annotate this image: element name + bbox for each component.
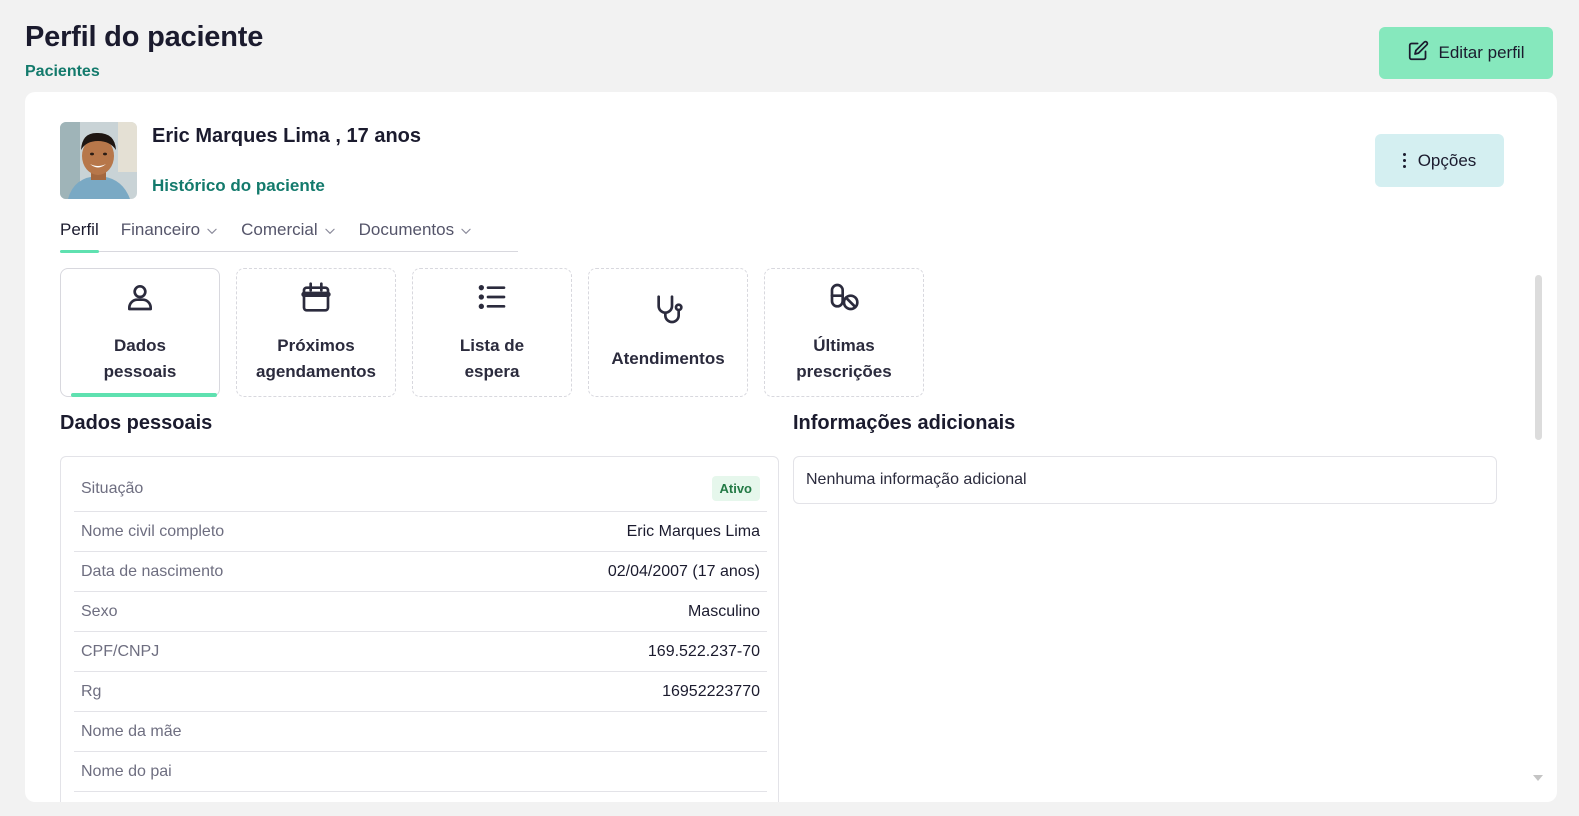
tile-label: Últimas prescrições: [796, 335, 892, 381]
breadcrumb-pacientes[interactable]: Pacientes: [25, 63, 100, 81]
row-value: 02/04/2007 (17 anos): [607, 562, 760, 580]
table-row: Nome civil completo Eric Marques Lima: [74, 512, 767, 552]
user-icon: [124, 281, 156, 333]
chevron-down-icon: [205, 220, 219, 243]
list-icon: [476, 281, 508, 333]
scrollbar[interactable]: [1531, 269, 1545, 792]
table-row: CPF/CNPJ 169.522.237-70: [74, 632, 767, 672]
table-row: Data de nascimento 02/04/2007 (17 anos): [74, 552, 767, 592]
table-row: Situação Ativo: [74, 466, 767, 512]
tile-label: Próximos agendamentos: [256, 335, 376, 381]
stethoscope-icon: [652, 294, 684, 346]
tab-label: Financeiro: [120, 220, 201, 239]
edit-icon: [1408, 40, 1429, 66]
tab-label: Perfil: [60, 220, 99, 239]
row-label: Situação: [81, 479, 144, 497]
row-label: Nome civil completo: [81, 522, 225, 540]
scroll-down-arrow-icon[interactable]: [1533, 775, 1543, 781]
scrollbar-thumb[interactable]: [1535, 275, 1542, 440]
status-badge: Ativo: [711, 476, 760, 501]
patient-card: Eric Marques Lima , 17 anos Histórico do…: [25, 92, 1557, 802]
row-value: Eric Marques Lima: [626, 522, 760, 540]
row-label: Nome do pai: [81, 762, 172, 780]
avatar: [60, 122, 137, 199]
tile-label: Atendimentos: [611, 348, 725, 368]
tab-financeiro[interactable]: Financeiro: [121, 217, 219, 252]
row-label: Sexo: [81, 602, 118, 620]
tile-ultimas-prescricoes[interactable]: Últimas prescrições: [764, 268, 924, 397]
tile-label: Lista de espera: [459, 335, 525, 381]
patient-name: Eric Marques Lima , 17 anos: [152, 125, 421, 147]
row-value: 16952223770: [662, 682, 760, 700]
additional-info-title: Informações adicionais: [793, 412, 1016, 434]
tile-proximos-agendamentos[interactable]: Próximos agendamentos: [236, 268, 396, 397]
tile-label: Dados pessoais: [103, 335, 177, 381]
row-label: Rg: [81, 682, 102, 700]
row-label: Data de nascimento: [81, 562, 224, 580]
row-value: 169.522.237-70: [647, 642, 760, 660]
tile-atendimentos[interactable]: Atendimentos: [588, 268, 748, 397]
edit-profile-button[interactable]: Editar perfil: [1379, 27, 1553, 79]
tab-documentos[interactable]: Documentos: [359, 217, 473, 252]
medication-off-icon: [828, 281, 860, 333]
tab-comercial[interactable]: Comercial: [241, 217, 337, 252]
options-button[interactable]: Opções: [1375, 134, 1504, 187]
table-row: Nome do pai: [74, 752, 767, 792]
page-title: Perfil do paciente: [25, 21, 264, 53]
tab-perfil[interactable]: Perfil: [60, 217, 99, 253]
tile-dados-pessoais[interactable]: Dados pessoais: [60, 268, 220, 397]
chevron-down-icon: [323, 220, 337, 243]
personal-data-table: Situação Ativo Nome civil completo Eric …: [60, 456, 779, 802]
tile-lista-de-espera[interactable]: Lista de espera: [412, 268, 572, 397]
personal-data-title: Dados pessoais: [60, 412, 213, 434]
additional-info-box: Nenhuma informação adicional: [793, 456, 1497, 504]
table-row: Nome da mãe: [74, 712, 767, 752]
more-vertical-icon: [1402, 153, 1406, 168]
row-value: Masculino: [687, 602, 760, 620]
tab-label: Comercial: [241, 220, 318, 239]
edit-profile-label: Editar perfil: [1438, 43, 1525, 62]
row-label: Nome da mãe: [81, 722, 182, 740]
profile-tabs: Perfil Financeiro Comercial Documentos: [60, 217, 518, 253]
section-tiles: Dados pessoais Próximos agendamentos Lis…: [60, 268, 924, 397]
empty-state-text: Nenhuma informação adicional: [806, 471, 1027, 488]
tab-label: Documentos: [358, 220, 455, 239]
patient-history-link[interactable]: Histórico do paciente: [152, 176, 325, 196]
calendar-icon: [300, 281, 332, 333]
table-row: Sexo Masculino: [74, 592, 767, 632]
table-row: Rg 16952223770: [74, 672, 767, 712]
row-label: CPF/CNPJ: [81, 642, 160, 660]
chevron-down-icon: [459, 220, 473, 243]
options-label: Opções: [1417, 150, 1477, 170]
